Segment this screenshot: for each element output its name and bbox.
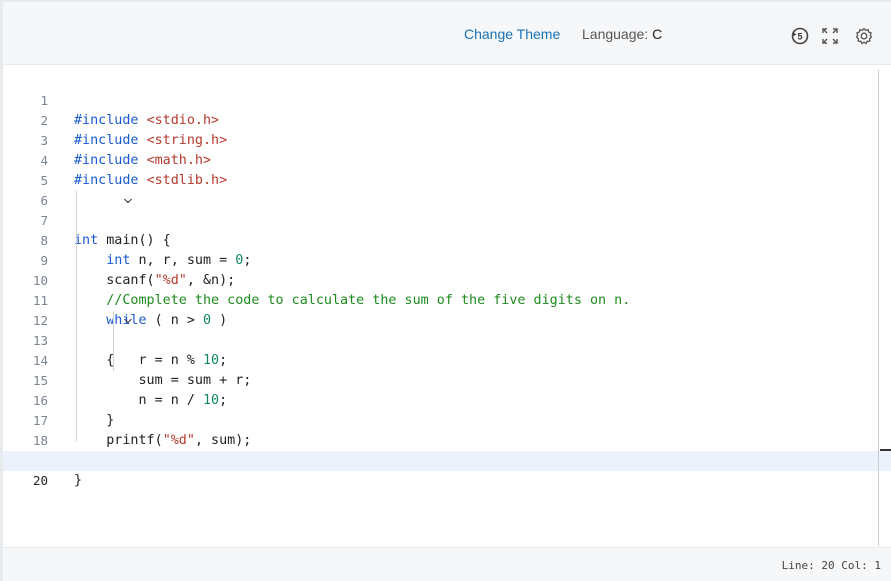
- language-indicator[interactable]: Language: C: [582, 26, 662, 42]
- code-line[interactable]: 3 #include <math.h>: [3, 111, 891, 168]
- code-line-active[interactable]: 20: [3, 451, 891, 488]
- code-line[interactable]: 7: [3, 191, 891, 228]
- code-line[interactable]: 2 #include <string.h>: [3, 91, 891, 148]
- code-line[interactable]: 9 scanf("%d", &n);: [3, 231, 891, 288]
- language-value: C: [652, 26, 663, 42]
- code-editor[interactable]: 1 #include <stdio.h> 2 #include <string.…: [3, 65, 891, 547]
- toolbar: Change Theme Language: C 5: [3, 2, 891, 65]
- code-line[interactable]: 5: [3, 151, 891, 188]
- code-line[interactable]: 15 n = n / 10;: [3, 351, 891, 408]
- settings-icon[interactable]: [854, 26, 874, 46]
- cursor-position: Line: 20 Col: 1: [781, 559, 881, 572]
- code-line[interactable]: 1 #include <stdio.h>: [3, 71, 891, 128]
- svg-text:5: 5: [797, 32, 802, 42]
- code-line[interactable]: 6 int main() {: [3, 171, 891, 248]
- code-line[interactable]: 17 printf("%d", sum);: [3, 391, 891, 448]
- code-line[interactable]: 19 }: [3, 431, 891, 488]
- code-line[interactable]: 11 while ( n > 0 ): [3, 271, 891, 328]
- code-lines: 1 #include <stdio.h> 2 #include <string.…: [3, 71, 891, 488]
- code-line[interactable]: 13 r = n % 10;: [3, 311, 891, 368]
- vertical-scrollbar[interactable]: [878, 70, 879, 546]
- code-line[interactable]: 4 #include <stdlib.h>: [3, 131, 891, 188]
- indent-guide: [113, 311, 114, 371]
- scrollbar-cursor-marker: [880, 449, 891, 451]
- change-theme-link[interactable]: Change Theme: [464, 26, 560, 42]
- status-bar: Line: 20 Col: 1: [3, 547, 891, 581]
- code-line[interactable]: 14 sum = sum + r;: [3, 331, 891, 388]
- line-number: 20: [32, 473, 48, 488]
- indent-guide: [76, 191, 77, 441]
- editor-window: Change Theme Language: C 5 1 #include <s…: [3, 2, 891, 581]
- history-icon[interactable]: 5: [790, 26, 810, 46]
- code-line[interactable]: 12 {: [3, 291, 891, 368]
- code-line[interactable]: 10 //Complete the code to calculate the …: [3, 251, 891, 308]
- code-line[interactable]: 8 int n, r, sum = 0;: [3, 211, 891, 268]
- code-line[interactable]: 18 return 0;: [3, 411, 891, 468]
- language-label: Language:: [582, 26, 649, 42]
- line-text: }: [74, 473, 83, 488]
- fullscreen-icon[interactable]: [820, 26, 840, 46]
- code-line[interactable]: 16 }: [3, 371, 891, 428]
